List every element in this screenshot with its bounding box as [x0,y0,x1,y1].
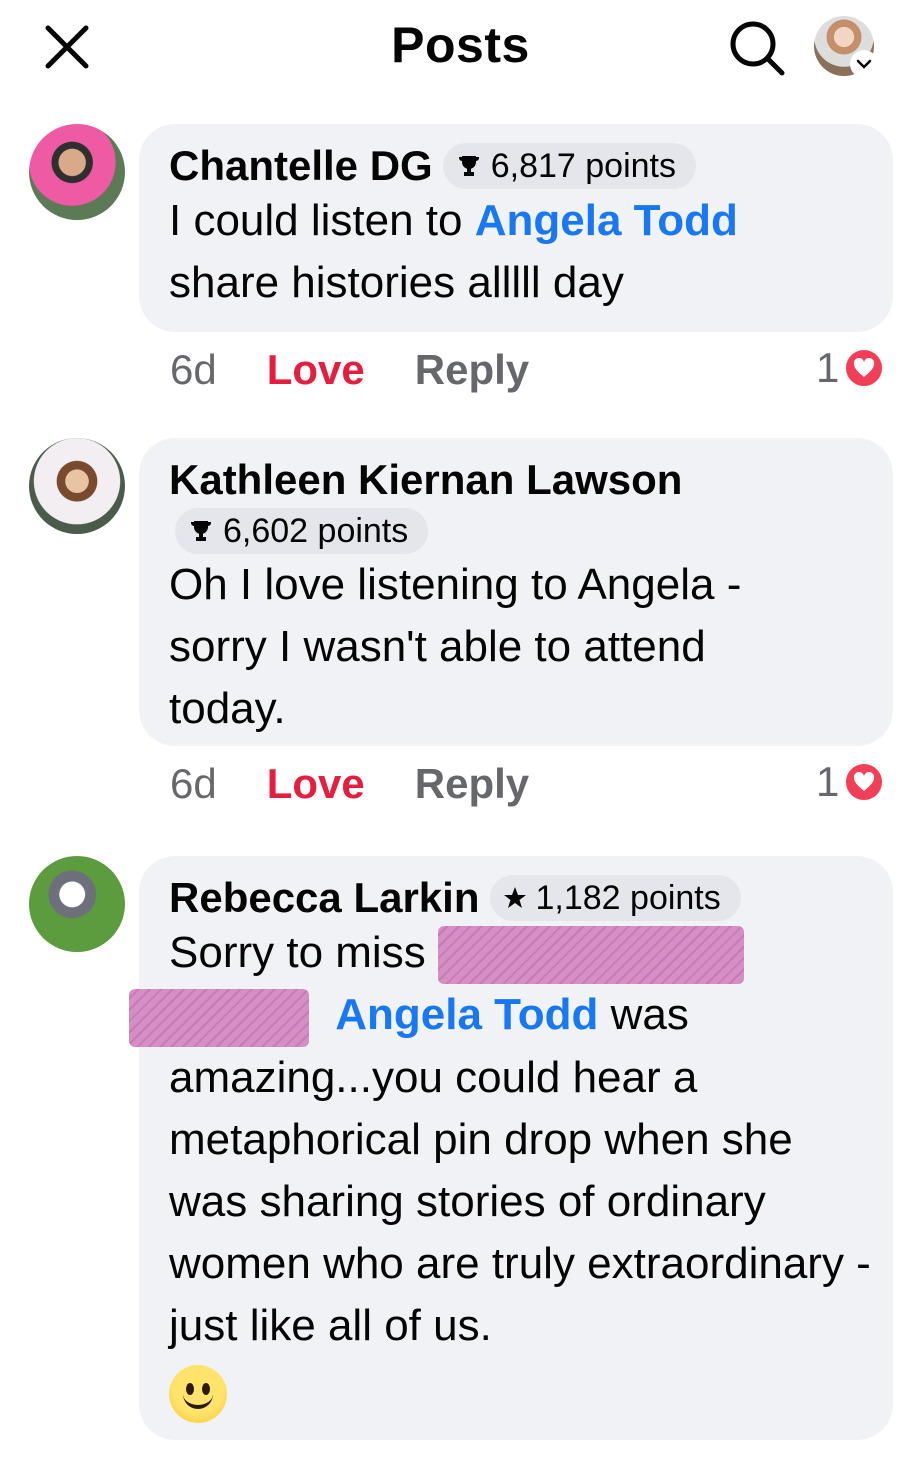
avatar[interactable] [29,856,125,952]
smiley-emoji [169,1365,227,1424]
reply-button[interactable]: Reply [415,760,529,808]
reply-button[interactable]: Reply [415,346,529,394]
love-button[interactable]: Love [267,760,365,808]
heart-icon [843,347,886,389]
top-bar: Posts [0,0,921,100]
reaction-count[interactable]: 1 [816,344,886,392]
star-icon [503,887,526,908]
comment-text: Oh I love listening to Angela - sorry I … [169,560,742,733]
comment-author[interactable]: Chantelle DG [169,142,433,190]
points-label: 6,602 points [223,511,409,550]
redaction-mark [437,926,744,985]
comment-text: Sorry to miss Angela Todd was amazing...… [129,922,879,1424]
profile-menu-button[interactable] [814,16,876,78]
heart-icon [843,761,886,803]
points-badge: 6,602 points [175,508,429,554]
comment-bubble: Kathleen Kiernan Lawson 6,602 points Oh … [139,438,893,746]
trophy-icon [458,156,479,176]
chevron-down-icon [852,52,876,76]
search-icon [730,21,785,76]
mention-link[interactable]: Angela Todd [335,990,598,1039]
trophy-icon [191,521,211,541]
points-badge: 6,817 points [442,143,696,189]
reaction-count[interactable]: 1 [816,758,886,806]
points-badge: 1,182 points [489,875,741,921]
comment-actions: 6d Love Reply [170,346,529,394]
mention-link[interactable]: Angela Todd [475,196,738,245]
comment-text: I could listen to Angela Todd share hist… [169,196,738,307]
love-button[interactable]: Love [267,346,365,394]
timestamp[interactable]: 6d [170,760,217,808]
search-button[interactable] [726,17,788,79]
avatar[interactable] [29,124,125,220]
redaction-mark [129,988,309,1047]
comment-bubble: Rebecca Larkin 1,182 points Sorry to mis… [129,856,893,1440]
comment-bubble: Chantelle DG 6,817 points I could listen… [139,124,893,332]
comment-author[interactable]: Rebecca Larkin [169,874,480,922]
comment-actions: 6d Love Reply [170,760,529,808]
points-label: 6,817 points [490,146,676,185]
comment-author[interactable]: Kathleen Kiernan Lawson [169,456,863,504]
timestamp[interactable]: 6d [170,346,217,394]
avatar[interactable] [29,438,125,534]
points-label: 1,182 points [535,878,721,917]
